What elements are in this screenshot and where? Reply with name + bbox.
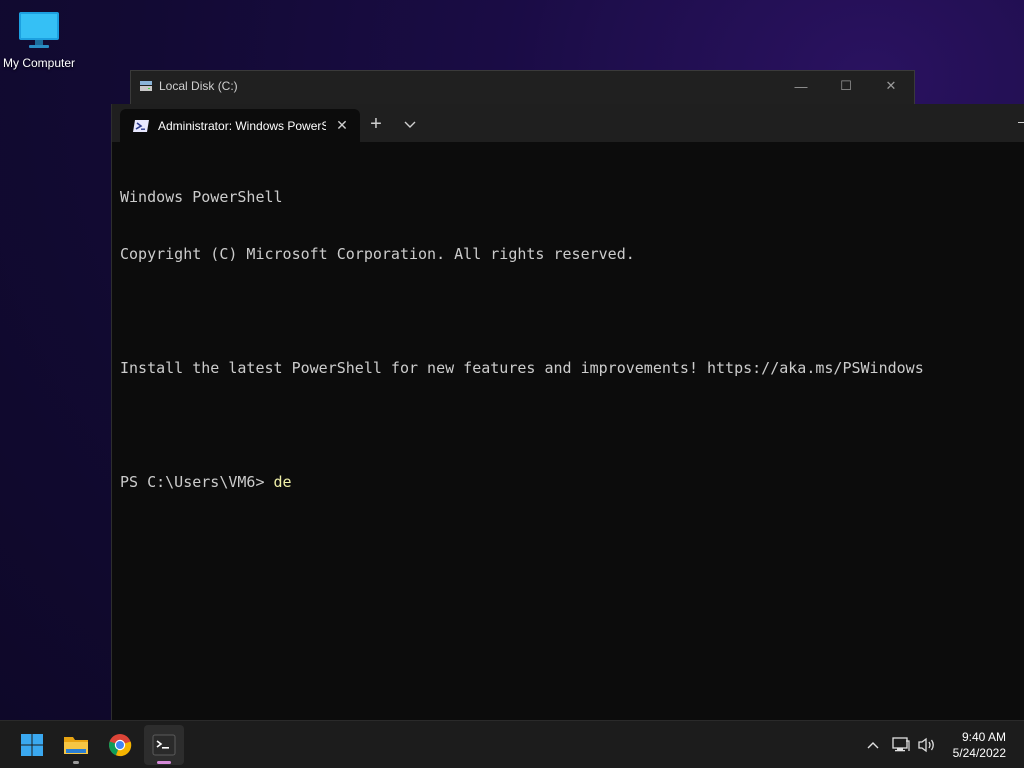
network-button[interactable] — [891, 735, 911, 755]
powershell-icon — [133, 119, 149, 132]
clock-date: 5/24/2022 — [952, 746, 1006, 760]
taskbar-terminal[interactable] — [144, 725, 184, 765]
tab-bar: Administrator: Windows PowerShell ✕ + — [112, 104, 1024, 142]
volume-icon — [918, 737, 934, 753]
console-line: Install the latest PowerShell for new fe… — [120, 359, 924, 377]
chevron-down-icon — [404, 121, 416, 128]
prompt-line[interactable]: PS C:\Users\VM6> de — [120, 473, 1016, 492]
drive-icon — [140, 81, 152, 91]
chevron-up-icon — [867, 742, 879, 749]
terminal-icon — [152, 734, 176, 756]
window-title: Local Disk (C:) — [159, 79, 238, 93]
clock-time: 9:40 AM — [961, 730, 1006, 744]
folder-icon — [64, 737, 88, 754]
close-button[interactable]: ✕ — [875, 75, 907, 97]
command-input[interactable]: de — [274, 473, 292, 491]
console-output[interactable]: Windows PowerShell Copyright (C) Microso… — [120, 150, 1016, 530]
volume-button[interactable] — [916, 735, 938, 755]
clock[interactable]: 9:40 AM 5/24/2022 — [953, 729, 1006, 761]
tab-powershell[interactable]: Administrator: Windows PowerShell ✕ — [120, 109, 360, 142]
tab-dropdown-button[interactable] — [400, 112, 420, 138]
close-tab-icon[interactable]: ✕ — [334, 117, 350, 134]
explorer-window[interactable]: Local Disk (C:) — ☐ ✕ — [130, 70, 915, 106]
window-minimize-stub[interactable] — [1018, 122, 1024, 123]
taskbar-chrome[interactable] — [100, 725, 140, 765]
desktop-icon-my-computer[interactable]: My Computer — [0, 8, 78, 70]
taskbar-file-explorer[interactable] — [56, 725, 96, 765]
terminal-window[interactable]: Administrator: Windows PowerShell ✕ + Wi… — [111, 104, 1024, 720]
minimize-button[interactable]: — — [785, 75, 817, 97]
monitor-icon — [19, 12, 59, 48]
console-line: Copyright (C) Microsoft Corporation. All… — [120, 245, 635, 263]
tray-overflow-button[interactable] — [864, 735, 882, 755]
start-button[interactable] — [12, 725, 52, 765]
new-tab-button[interactable]: + — [364, 112, 388, 138]
windows-start-icon — [21, 734, 43, 756]
maximize-button[interactable]: ☐ — [830, 75, 862, 97]
tab-label: Administrator: Windows PowerShell — [158, 118, 326, 133]
chrome-icon — [109, 734, 132, 757]
running-indicator — [73, 761, 79, 764]
desktop-icon-label: My Computer — [2, 56, 76, 70]
prompt: PS C:\Users\VM6> — [120, 473, 274, 491]
taskbar: 9:40 AM 5/24/2022 — [0, 720, 1024, 768]
running-indicator — [157, 761, 171, 764]
console-line: Windows PowerShell — [120, 188, 283, 206]
network-icon — [892, 737, 910, 752]
